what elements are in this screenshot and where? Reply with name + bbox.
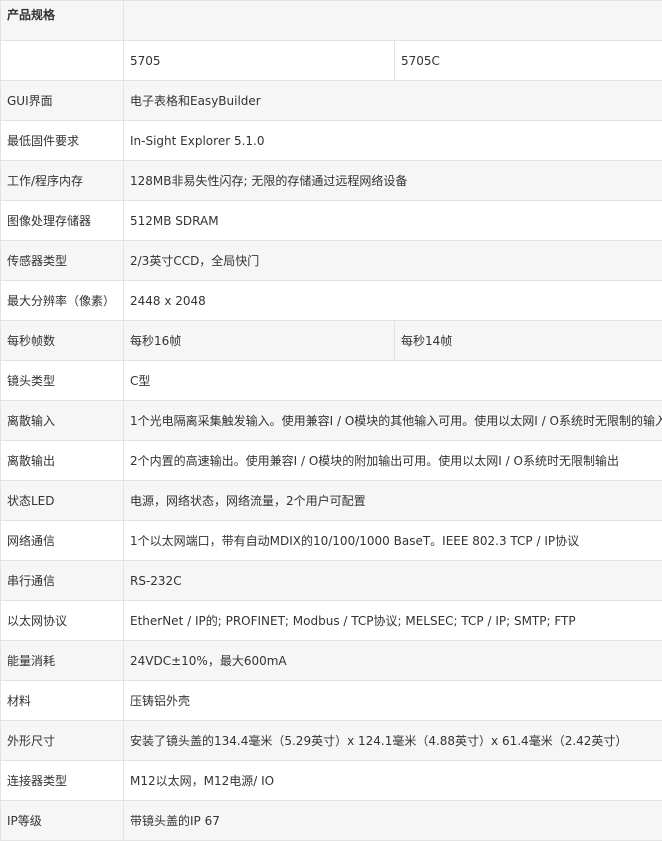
spec-value: 电源，网络状态，网络流量，2个用户可配置: [124, 481, 662, 521]
spec-value: 1个光电隔离采集触发输入。使用兼容I / O模块的其他输入可用。使用以太网I /…: [124, 401, 662, 441]
spec-label: 串行通信: [1, 561, 124, 601]
table-row: 离散输出2个内置的高速输出。使用兼容I / O模块的附加输出可用。使用以太网I …: [1, 441, 662, 481]
spec-value: M12以太网，M12电源/ IO: [124, 761, 662, 801]
table-row: 图像处理存储器512MB SDRAM: [1, 201, 662, 241]
spec-label: 外形尺寸: [1, 721, 124, 761]
spec-label: 连接器类型: [1, 761, 124, 801]
spec-label: 网络通信: [1, 521, 124, 561]
spec-table: 产品规格 5705 5705C GUI界面电子表格和EasyBuilder最低固…: [0, 0, 662, 841]
spec-value: 2个内置的高速输出。使用兼容I / O模块的附加输出可用。使用以太网I / O系…: [124, 441, 662, 481]
spec-label: 离散输入: [1, 401, 124, 441]
spec-value: RS-232C: [124, 561, 662, 601]
spec-table-body: 产品规格 5705 5705C GUI界面电子表格和EasyBuilder最低固…: [1, 1, 662, 841]
spec-value: 带镜头盖的IP 67: [124, 801, 662, 841]
spec-value: 2448 x 2048: [124, 281, 662, 321]
spec-value: 1个以太网端口，带有自动MDIX的10/100/1000 BaseT。IEEE …: [124, 521, 662, 561]
spec-value: 每秒16帧: [124, 321, 395, 361]
table-row: 连接器类型M12以太网，M12电源/ IO: [1, 761, 662, 801]
spec-label: 最大分辨率（像素）: [1, 281, 124, 321]
table-row: 状态LED电源，网络状态，网络流量，2个用户可配置: [1, 481, 662, 521]
spec-label: 以太网协议: [1, 601, 124, 641]
table-row: 工作/程序内存128MB非易失性闪存; 无限的存储通过远程网络设备: [1, 161, 662, 201]
spec-label: 传感器类型: [1, 241, 124, 281]
table-row: 串行通信RS-232C: [1, 561, 662, 601]
spec-label: GUI界面: [1, 81, 124, 121]
spec-value: 24VDC±10%，最大600mA: [124, 641, 662, 681]
header-row: 产品规格: [1, 1, 662, 41]
spec-value: 512MB SDRAM: [124, 201, 662, 241]
table-row: 离散输入1个光电隔离采集触发输入。使用兼容I / O模块的其他输入可用。使用以太…: [1, 401, 662, 441]
table-row: 材料压铸铝外壳: [1, 681, 662, 721]
model-label-empty-cell: [1, 41, 124, 81]
spec-value: C型: [124, 361, 662, 401]
spec-label: 能量消耗: [1, 641, 124, 681]
spec-value: In-Sight Explorer 5.1.0: [124, 121, 662, 161]
spec-label: 状态LED: [1, 481, 124, 521]
spec-label: 最低固件要求: [1, 121, 124, 161]
table-row: 最低固件要求In-Sight Explorer 5.1.0: [1, 121, 662, 161]
spec-label: 每秒帧数: [1, 321, 124, 361]
table-row: GUI界面电子表格和EasyBuilder: [1, 81, 662, 121]
table-row: 能量消耗24VDC±10%，最大600mA: [1, 641, 662, 681]
table-row: 外形尺寸安装了镜头盖的134.4毫米（5.29英寸）x 124.1毫米（4.88…: [1, 721, 662, 761]
spec-value: 电子表格和EasyBuilder: [124, 81, 662, 121]
table-row: 最大分辨率（像素）2448 x 2048: [1, 281, 662, 321]
spec-label: 图像处理存储器: [1, 201, 124, 241]
spec-value: 压铸铝外壳: [124, 681, 662, 721]
model-5705: 5705: [124, 41, 395, 81]
spec-label: 镜头类型: [1, 361, 124, 401]
spec-value: EtherNet / IP的; PROFINET; Modbus / TCP协议…: [124, 601, 662, 641]
table-row: IP等级带镜头盖的IP 67: [1, 801, 662, 841]
table-title: 产品规格: [1, 1, 124, 41]
table-row: 每秒帧数每秒16帧每秒14帧: [1, 321, 662, 361]
spec-value: 每秒14帧: [395, 321, 662, 361]
table-row: 传感器类型2/3英寸CCD，全局快门: [1, 241, 662, 281]
spec-label: 离散输出: [1, 441, 124, 481]
model-5705c: 5705C: [395, 41, 662, 81]
spec-value: 128MB非易失性闪存; 无限的存储通过远程网络设备: [124, 161, 662, 201]
spec-label: 工作/程序内存: [1, 161, 124, 201]
spec-label: 材料: [1, 681, 124, 721]
table-row: 镜头类型C型: [1, 361, 662, 401]
model-row: 5705 5705C: [1, 41, 662, 81]
header-empty-cell: [124, 1, 662, 41]
spec-value: 2/3英寸CCD，全局快门: [124, 241, 662, 281]
spec-value: 安装了镜头盖的134.4毫米（5.29英寸）x 124.1毫米（4.88英寸）x…: [124, 721, 662, 761]
spec-label: IP等级: [1, 801, 124, 841]
table-row: 网络通信1个以太网端口，带有自动MDIX的10/100/1000 BaseT。I…: [1, 521, 662, 561]
table-row: 以太网协议EtherNet / IP的; PROFINET; Modbus / …: [1, 601, 662, 641]
